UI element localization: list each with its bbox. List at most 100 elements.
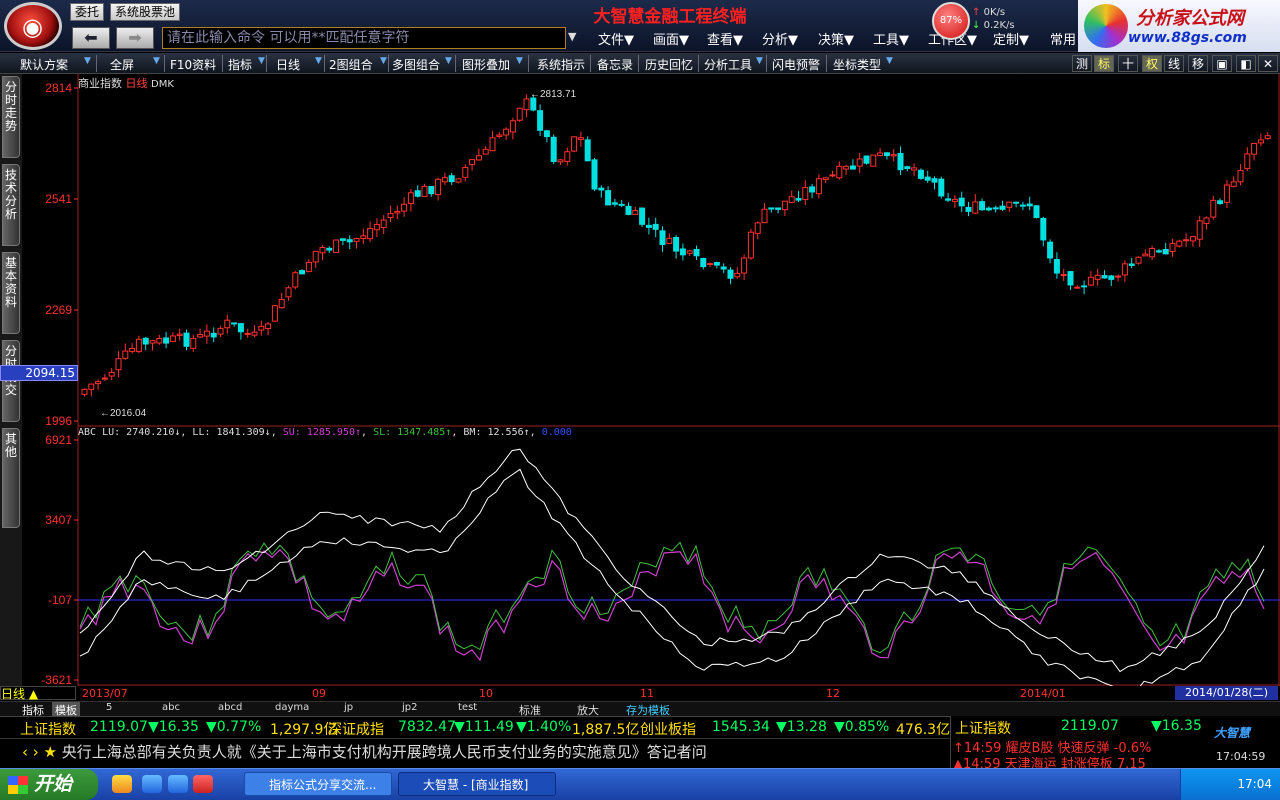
toolbar-indicator[interactable]: 指标 bbox=[228, 56, 252, 73]
candle bbox=[428, 185, 435, 195]
entrust-button[interactable]: 委托 bbox=[70, 3, 104, 21]
candle bbox=[435, 178, 442, 196]
ticker-change: ▼16.35 bbox=[148, 719, 199, 735]
toolbar-separator bbox=[324, 55, 325, 72]
ticker-price: 2119.07 bbox=[90, 719, 148, 735]
news-headline[interactable]: 央行上海总部有关负责人就《关于上海市支付机构开展跨境人民币支付业务的实施意见》答… bbox=[62, 743, 707, 761]
tab-technical[interactable]: 技术分析 bbox=[2, 164, 20, 246]
tab-fundamentals[interactable]: 基本资料 bbox=[2, 252, 20, 334]
chevron-down-icon[interactable]: ▼ bbox=[315, 56, 322, 66]
ticker-pct: ▼1.40% bbox=[516, 719, 572, 735]
chevron-down-icon[interactable]: ▼ bbox=[380, 56, 387, 66]
info-bm: BM: 12.556↑ bbox=[463, 427, 530, 438]
tab-other[interactable]: 其他 bbox=[2, 428, 20, 528]
promo-banner[interactable]: 分析家公式网 www.88gs.com bbox=[1078, 0, 1280, 52]
chevron-down-icon[interactable]: ▼ bbox=[153, 56, 160, 66]
chevron-down-icon[interactable]: ▼ bbox=[756, 56, 763, 66]
toolbar-crosshair[interactable]: 十 bbox=[1118, 55, 1138, 72]
chevron-down-icon[interactable]: ▼ bbox=[445, 56, 452, 66]
toolbar-line[interactable]: 线 bbox=[1164, 55, 1184, 72]
price-tick-label: 2269 bbox=[45, 303, 72, 317]
ticker-name[interactable]: 深证成指 bbox=[328, 719, 384, 739]
toolbar-f10[interactable]: F10资料 bbox=[170, 56, 216, 73]
toolbar-multi-chart-combo[interactable]: 多图组合 bbox=[392, 56, 440, 73]
info-ll: LL: 1841.309↓ bbox=[192, 427, 271, 438]
tab-jp2[interactable]: jp2 bbox=[402, 702, 418, 713]
toolbar-flash-alert[interactable]: 闪电预警 bbox=[772, 56, 820, 73]
tab-dayma[interactable]: dayma bbox=[275, 702, 309, 713]
toolbar-move[interactable]: 移 bbox=[1188, 55, 1208, 72]
candle bbox=[503, 128, 510, 136]
menu-view[interactable]: 查看▼ bbox=[707, 29, 743, 48]
candle bbox=[1026, 203, 1033, 207]
candle bbox=[788, 196, 795, 203]
chevron-down-icon[interactable]: ▼ bbox=[84, 56, 91, 66]
toolbar-measure[interactable]: 测 bbox=[1072, 55, 1092, 72]
toolbar-separator bbox=[266, 55, 267, 72]
menu-analysis[interactable]: 分析▼ bbox=[762, 29, 798, 48]
chevron-down-icon[interactable]: ▼ bbox=[516, 56, 523, 66]
toolbar-rights[interactable]: 权 bbox=[1142, 55, 1162, 72]
task-dazhihui[interactable]: 大智慧 - [商业指数] bbox=[398, 772, 556, 796]
candle bbox=[319, 247, 326, 254]
candle bbox=[224, 319, 231, 329]
task-forum[interactable]: 指标公式分享交流... bbox=[244, 772, 392, 796]
kline-chart[interactable]: ←2813.71 ←2016.04 2814 2541 2269 1996 6921 340… bbox=[22, 74, 1280, 686]
toolbar-analysis-tools[interactable]: 分析工具 bbox=[704, 56, 752, 73]
candle bbox=[203, 330, 210, 337]
toolbar-history[interactable]: 历史回忆 bbox=[645, 56, 693, 73]
network-speed: ↑ 0K/s ↓ 0.2K/s bbox=[972, 7, 1015, 31]
menu-decision[interactable]: 决策▼ bbox=[818, 29, 854, 48]
app-icon[interactable] bbox=[193, 775, 213, 793]
news-nav-icon[interactable]: ‹ › ★ bbox=[0, 743, 57, 761]
toolbar-overlay[interactable]: 图形叠加 bbox=[462, 56, 510, 73]
quicklaunch-icon[interactable] bbox=[112, 775, 132, 793]
candle bbox=[679, 248, 686, 256]
ticker-name[interactable]: 上证指数 bbox=[20, 719, 76, 739]
back-arrow-icon[interactable]: ⬅ bbox=[72, 27, 110, 49]
command-dropdown-icon[interactable]: ▼ bbox=[568, 30, 576, 43]
news-bar[interactable]: ‹ › ★ 央行上海总部有关负责人就《关于上海市支付机构开展跨境人民币支付业务的… bbox=[0, 738, 950, 764]
candle bbox=[1074, 286, 1081, 289]
period-selector[interactable]: 日线 ▲ bbox=[0, 686, 76, 701]
toolbar-daily[interactable]: 日线 bbox=[276, 56, 300, 73]
close-icon[interactable]: ✕ bbox=[1258, 55, 1278, 72]
ie-icon[interactable] bbox=[142, 775, 162, 793]
tab-test[interactable]: test bbox=[458, 702, 477, 713]
candle bbox=[1196, 220, 1203, 240]
forward-arrow-icon[interactable]: ➡ bbox=[116, 27, 154, 49]
menu-view-screen[interactable]: 画面▼ bbox=[653, 29, 689, 48]
toolbar-default-scheme[interactable]: 默认方案 bbox=[20, 56, 68, 73]
tab-abc[interactable]: abc bbox=[162, 702, 180, 713]
chevron-down-icon[interactable]: ▼ bbox=[886, 56, 893, 66]
menu-common[interactable]: 常用 bbox=[1050, 29, 1076, 48]
tab-jp[interactable]: jp bbox=[344, 702, 353, 713]
tab-tick[interactable]: 分时成交 bbox=[2, 340, 20, 422]
toolbar-memo[interactable]: 备忘录 bbox=[597, 56, 633, 73]
tab-5[interactable]: 5 bbox=[106, 702, 112, 713]
command-input[interactable]: 请在此输入命令 可以用**匹配任意字符 bbox=[162, 27, 566, 49]
toolbar-system-signals[interactable]: 系统指示 bbox=[537, 56, 585, 73]
menu-file[interactable]: 文件▼ bbox=[598, 29, 634, 48]
candle bbox=[115, 358, 122, 371]
candle bbox=[958, 197, 965, 207]
toolbar-axis-type[interactable]: 坐标类型 bbox=[833, 56, 881, 73]
candle bbox=[584, 139, 591, 162]
menu-tools[interactable]: 工具▼ bbox=[873, 29, 909, 48]
window-icon[interactable]: ▣ bbox=[1212, 55, 1232, 72]
stock-pool-button[interactable]: 系统股票池 bbox=[110, 3, 180, 21]
tab-abcd[interactable]: abcd bbox=[218, 702, 242, 713]
toolbar-mark[interactable]: 标 bbox=[1094, 55, 1114, 72]
prev-icon[interactable]: ◧ bbox=[1236, 55, 1256, 72]
browser-icon[interactable] bbox=[168, 775, 188, 793]
toolbar-2-chart-combo[interactable]: 2图组合 bbox=[329, 56, 373, 73]
chevron-down-icon[interactable]: ▼ bbox=[258, 56, 265, 66]
ticker-name[interactable]: 创业板指 bbox=[640, 719, 696, 739]
memory-gauge: 87% bbox=[932, 2, 970, 40]
tab-intraday[interactable]: 分时走势 bbox=[2, 76, 20, 158]
toolbar-fullscreen[interactable]: 全屏 bbox=[110, 56, 134, 73]
toolbar-separator bbox=[826, 55, 827, 72]
candle bbox=[618, 203, 625, 206]
candle bbox=[421, 185, 428, 197]
high-price-label: ←2813.71 bbox=[530, 89, 577, 100]
